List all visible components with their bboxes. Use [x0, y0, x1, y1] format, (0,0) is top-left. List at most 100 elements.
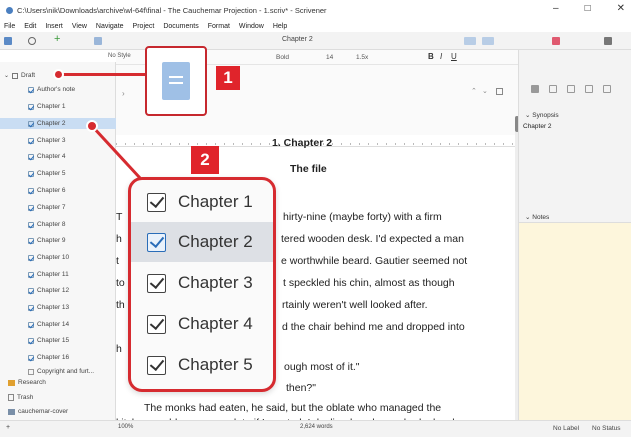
text-line: hirty-nine (maybe forty) with a firm — [283, 211, 442, 223]
document-icon — [28, 304, 34, 311]
font-weight-select[interactable]: Bold — [276, 54, 289, 61]
binder-root-label: Draft — [21, 72, 36, 79]
binder-research[interactable]: Research — [0, 377, 116, 388]
binder-item-label: Chapter 14 — [37, 321, 70, 328]
binder-toggle-icon[interactable] — [4, 37, 12, 45]
binder-item[interactable]: Chapter 15 — [0, 335, 116, 346]
notes-tab-icon[interactable] — [531, 85, 539, 93]
bold-button[interactable]: B — [428, 52, 434, 61]
zoom-chapter-label: Chapter 3 — [178, 273, 253, 292]
synopsis-title[interactable]: Chapter 2 — [523, 123, 552, 130]
zoom-chapter-item[interactable]: Chapter 4 — [131, 304, 273, 344]
compose-icon[interactable] — [94, 37, 102, 45]
document-icon — [28, 321, 34, 328]
binder-item-label: Chapter 13 — [37, 304, 70, 311]
underline-button[interactable]: U — [451, 52, 457, 61]
nav-up-icon[interactable]: ⌃ — [471, 87, 477, 95]
text-line: d the chair behind me and dropped into — [282, 321, 465, 333]
document-icon — [28, 103, 34, 110]
add-icon[interactable]: + — [6, 424, 10, 431]
line-spacing-select[interactable]: 1.5x — [356, 54, 368, 61]
document-icon — [28, 204, 34, 211]
menu-project[interactable]: Project — [133, 23, 155, 30]
text-fragment: T — [116, 211, 123, 223]
notes-panel[interactable]: ⌄ Notes — [519, 213, 631, 420]
menu-insert[interactable]: Insert — [45, 23, 63, 30]
zoom-chapter-item-selected[interactable]: Chapter 2 — [131, 222, 273, 262]
notes-header[interactable]: ⌄ Notes — [525, 213, 631, 221]
binder-item-label: Chapter 11 — [37, 271, 69, 278]
nav-down-icon[interactable]: ⌄ — [482, 87, 488, 95]
layout-split-icon[interactable] — [482, 37, 494, 45]
synopsis-header[interactable]: ⌄ Synopsis — [525, 111, 559, 119]
binder-item-label: Chapter 1 — [37, 103, 66, 110]
binder-item[interactable]: Chapter 13 — [0, 302, 116, 313]
split-editor-icon[interactable] — [496, 88, 503, 95]
menu-format[interactable]: Format — [208, 23, 230, 30]
binder-item[interactable]: Chapter 7 — [0, 202, 116, 213]
binder-item[interactable]: Chapter 9 — [0, 235, 116, 246]
italic-button[interactable]: I — [440, 52, 442, 61]
binder-trash-label: Trash — [17, 394, 34, 401]
menu-view[interactable]: View — [72, 23, 87, 30]
menu-navigate[interactable]: Navigate — [96, 23, 124, 30]
menu-window[interactable]: Window — [239, 23, 264, 30]
layout-grid-icon[interactable] — [464, 37, 476, 45]
document-icon — [28, 137, 34, 144]
minimize-button[interactable]: – — [553, 3, 559, 14]
binder-item[interactable]: Author's note — [0, 84, 116, 95]
binder-trash[interactable]: Trash — [0, 392, 116, 403]
forward-icon[interactable]: › — [122, 89, 125, 98]
document-title-field[interactable]: Chapter 2 — [282, 36, 313, 43]
binder-item-label: Chapter 2 — [37, 120, 66, 127]
comments-tab-icon[interactable] — [603, 85, 611, 93]
add-icon[interactable]: + — [54, 34, 62, 45]
inspector-icon[interactable] — [604, 37, 612, 45]
menu-edit[interactable]: Edit — [24, 23, 36, 30]
folder-icon — [12, 72, 19, 79]
zoom-chapter-item[interactable]: Chapter 3 — [131, 263, 273, 303]
callout-1-dot — [53, 69, 64, 80]
binder-item[interactable]: Chapter 1 — [0, 101, 116, 112]
zoom-chapter-label: Chapter 5 — [178, 355, 253, 374]
font-size-select[interactable]: 14 — [326, 54, 333, 61]
search-icon[interactable] — [28, 37, 36, 45]
binder-item[interactable]: Chapter 8 — [0, 219, 116, 230]
binder-item[interactable]: Chapter 16 — [0, 352, 116, 363]
zoom-select[interactable]: 100% — [118, 424, 133, 430]
metadata-tab-icon[interactable] — [567, 85, 575, 93]
binder-item[interactable]: Copyright and furt... — [0, 366, 116, 377]
maximize-button[interactable]: □ — [585, 3, 591, 14]
bookmark-icon[interactable] — [552, 37, 560, 45]
binder-item[interactable]: Chapter 12 — [0, 285, 116, 296]
status-select[interactable]: No Status — [592, 425, 621, 432]
binder-item[interactable]: Chapter 14 — [0, 319, 116, 330]
style-select[interactable]: No Style — [108, 53, 131, 59]
window-title: C:\Users\nik\Downloads\archive\wl-64f\fi… — [17, 5, 327, 15]
checkbox-icon — [147, 192, 166, 212]
document-icon — [28, 237, 34, 244]
binder-research-label: Research — [18, 379, 46, 386]
label-select[interactable]: No Label — [553, 425, 579, 432]
binder-item-label: Copyright and furt... — [37, 368, 95, 375]
binder-item-label: Chapter 3 — [37, 137, 66, 144]
binder-item[interactable]: Chapter 11 — [0, 269, 116, 280]
menu-help[interactable]: Help — [273, 23, 287, 30]
menu-documents[interactable]: Documents — [163, 23, 198, 30]
zoom-chapter-item[interactable]: Chapter 5 — [131, 345, 273, 385]
callout-1-connector — [58, 73, 148, 76]
menu-file[interactable]: File — [4, 23, 15, 30]
bookmarks-tab-icon[interactable] — [549, 85, 557, 93]
close-button[interactable]: ✕ — [617, 3, 625, 14]
callout-badge-2: 2 — [191, 146, 219, 174]
binder-item-label: Chapter 8 — [37, 221, 66, 228]
text-fragment: h — [116, 343, 122, 355]
document-icon — [28, 254, 34, 261]
binder-item-label: Chapter 4 — [37, 153, 66, 160]
binder-cover[interactable]: cauchemar-cover — [0, 406, 116, 417]
binder-item[interactable]: Chapter 10 — [0, 252, 116, 263]
zoom-chapter-item[interactable]: Chapter 1 — [131, 182, 273, 222]
notes-label: Notes — [532, 214, 550, 221]
snapshots-tab-icon[interactable] — [585, 85, 593, 93]
text-fragment: th — [116, 299, 125, 311]
